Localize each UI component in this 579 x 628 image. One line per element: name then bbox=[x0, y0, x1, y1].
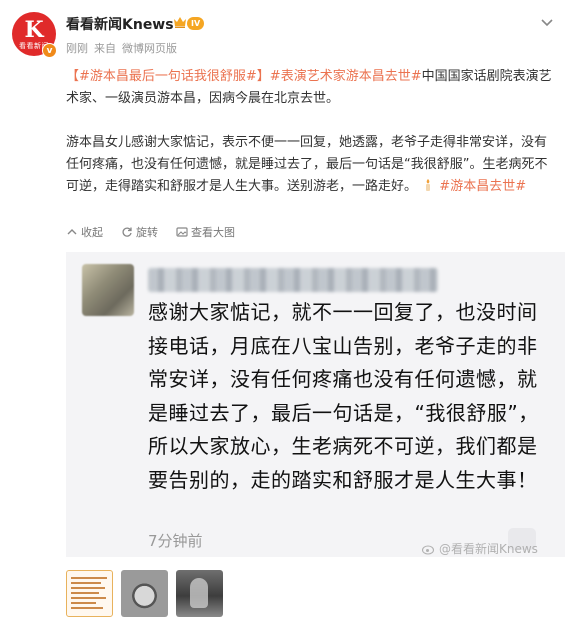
verified-badge: v bbox=[42, 43, 57, 58]
collapse-icon bbox=[67, 229, 77, 235]
view-large-label: 查看大图 bbox=[191, 226, 235, 239]
hashtag-title[interactable]: 【#游本昌最后一句话我很舒服#】 bbox=[66, 69, 270, 84]
image-icon bbox=[176, 227, 188, 237]
image-toolbar: 收起 旋转 查看大图 bbox=[66, 224, 235, 240]
candle-emoji-icon bbox=[426, 179, 431, 191]
chat-time: 7分钟前 bbox=[148, 532, 203, 550]
hashtag-end[interactable]: #游本昌去世# bbox=[439, 179, 526, 194]
post-source[interactable]: 微博网页版 bbox=[122, 42, 177, 55]
chat-message: 感谢大家惦记，就不一一回复了，也没时间接电话，月底在八宝山告别，老爷子走的非常安… bbox=[148, 300, 539, 492]
thumbnail-2[interactable] bbox=[121, 570, 168, 617]
avatar-logo: K bbox=[24, 16, 44, 43]
thumbnail-3[interactable] bbox=[176, 570, 223, 617]
crown-icon bbox=[174, 17, 186, 28]
weibo-logo-icon bbox=[422, 544, 435, 555]
level-badge: IV bbox=[187, 17, 205, 30]
view-large-button[interactable]: 查看大图 bbox=[176, 224, 235, 240]
rotate-icon bbox=[122, 227, 132, 237]
author-name[interactable]: 看看新闻Knews bbox=[66, 14, 174, 34]
chevron-down-icon[interactable] bbox=[539, 14, 555, 30]
post-text: 【#游本昌最后一句话我很舒服#】#表演艺术家游本昌去世#中国国家话剧院表演艺术家… bbox=[66, 66, 556, 198]
watermark: @看看新闻Knews bbox=[422, 540, 538, 557]
collapse-button[interactable]: 收起 bbox=[66, 224, 103, 240]
post-time: 刚刚 bbox=[66, 42, 88, 55]
post-meta: 刚刚 来自 微博网页版 bbox=[66, 40, 183, 56]
blurred-avatar bbox=[82, 264, 134, 316]
blurred-name bbox=[148, 268, 438, 292]
thumbnail-1[interactable] bbox=[66, 570, 113, 617]
thumbnail-strip bbox=[66, 570, 223, 617]
watermark-text: @看看新闻Knews bbox=[439, 542, 538, 556]
rotate-label: 旋转 bbox=[136, 226, 158, 239]
collapse-label: 收起 bbox=[81, 226, 103, 239]
post-image[interactable]: 感谢大家惦记，就不一一回复了，也没时间接电话，月底在八宝山告别，老爷子走的非常安… bbox=[66, 252, 565, 557]
rotate-button[interactable]: 旋转 bbox=[121, 224, 158, 240]
hashtag-artist[interactable]: #表演艺术家游本昌去世# bbox=[270, 69, 422, 84]
source-prefix: 来自 bbox=[94, 42, 116, 55]
